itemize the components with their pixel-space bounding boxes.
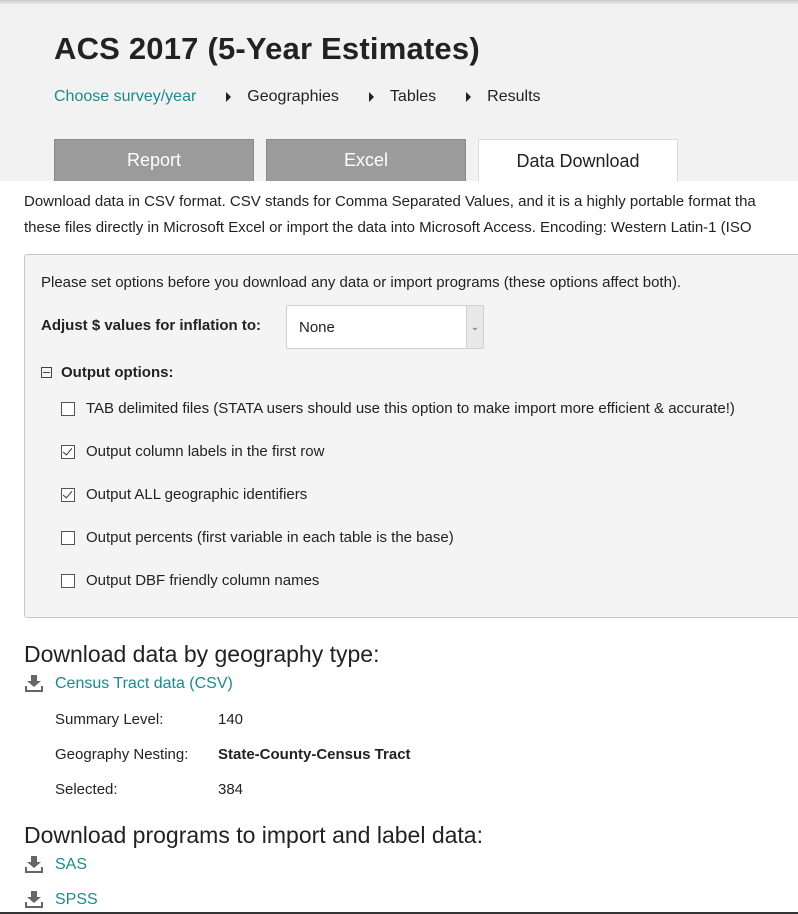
- programs-heading: Download programs to import and label da…: [24, 822, 483, 848]
- download-description: Download data in CSV format. CSV stands …: [24, 189, 798, 241]
- description-line-1: Download data in CSV format. CSV stands …: [24, 193, 756, 210]
- collapse-icon[interactable]: [41, 367, 52, 378]
- breadcrumb-results: Results: [487, 88, 541, 105]
- census-tract-link[interactable]: Census Tract data (CSV): [55, 675, 233, 693]
- percents-checkbox[interactable]: [61, 530, 75, 545]
- download-icon: [25, 856, 43, 873]
- selected-value: 384: [218, 781, 244, 798]
- option-percents: Output percents (first variable in each …: [61, 529, 454, 546]
- inflation-select-value: None: [299, 319, 335, 336]
- geographic-identifiers-checkbox[interactable]: [61, 487, 75, 502]
- option-label: Output ALL geographic identifiers: [86, 486, 308, 503]
- summary-level-label: Summary Level:: [55, 711, 164, 728]
- options-intro: Please set options before you download a…: [41, 274, 682, 291]
- geography-nesting-value: State-County-Census Tract: [218, 746, 411, 763]
- page-title: ACS 2017 (5-Year Estimates): [54, 31, 480, 66]
- option-label: TAB delimited files (STATA users should …: [86, 400, 735, 417]
- option-tab-delimited: TAB delimited files (STATA users should …: [61, 400, 735, 417]
- tab-delimited-checkbox[interactable]: [61, 401, 75, 416]
- output-options-label: Output options:: [61, 364, 174, 381]
- tab-report[interactable]: Report: [54, 139, 254, 181]
- selected-label: Selected:: [55, 781, 118, 798]
- chevron-right-icon: [368, 92, 374, 102]
- dbf-names-checkbox[interactable]: [61, 573, 75, 588]
- option-label: Output column labels in the first row: [86, 443, 325, 460]
- option-geographic-identifiers: Output ALL geographic identifiers: [61, 486, 307, 503]
- option-label: Output percents (first variable in each …: [86, 529, 454, 546]
- description-line-2: these files directly in Microsoft Excel …: [24, 219, 752, 236]
- breadcrumb-geographies: Geographies: [247, 88, 339, 105]
- chevron-right-icon: [466, 92, 472, 102]
- column-labels-checkbox[interactable]: [61, 444, 75, 459]
- breadcrumb: Choose survey/year Geographies Tables Re…: [54, 88, 541, 106]
- sas-download[interactable]: SAS: [24, 856, 87, 874]
- option-label: Output DBF friendly column names: [86, 572, 320, 589]
- inflation-select[interactable]: None ⌄: [286, 305, 484, 349]
- chevron-right-icon: [226, 92, 232, 102]
- download-icon: [25, 675, 43, 692]
- output-tabs: Report Excel Data Download: [54, 139, 690, 182]
- census-tract-download[interactable]: Census Tract data (CSV): [24, 675, 233, 693]
- geography-heading: Download data by geography type:: [24, 641, 380, 667]
- output-options-heading: Output options:: [41, 364, 173, 381]
- chevron-down-icon[interactable]: ⌄: [466, 306, 483, 348]
- spss-link[interactable]: SPSS: [55, 891, 98, 909]
- options-panel: Please set options before you download a…: [24, 254, 798, 618]
- spss-download[interactable]: SPSS: [24, 891, 98, 909]
- tab-excel[interactable]: Excel: [266, 139, 466, 181]
- page-header: ACS 2017 (5-Year Estimates) Choose surve…: [0, 5, 798, 182]
- summary-level-value: 140: [218, 711, 244, 728]
- option-dbf-names: Output DBF friendly column names: [61, 572, 319, 589]
- geography-nesting-label: Geography Nesting:: [55, 746, 189, 763]
- breadcrumb-choose-survey[interactable]: Choose survey/year: [54, 88, 196, 106]
- inflation-label: Adjust $ values for inflation to:: [41, 317, 262, 334]
- option-column-labels: Output column labels in the first row: [61, 443, 324, 460]
- breadcrumb-tables: Tables: [389, 88, 437, 105]
- sas-link[interactable]: SAS: [55, 856, 87, 874]
- tab-data-download[interactable]: Data Download: [478, 139, 678, 182]
- download-icon: [25, 891, 43, 908]
